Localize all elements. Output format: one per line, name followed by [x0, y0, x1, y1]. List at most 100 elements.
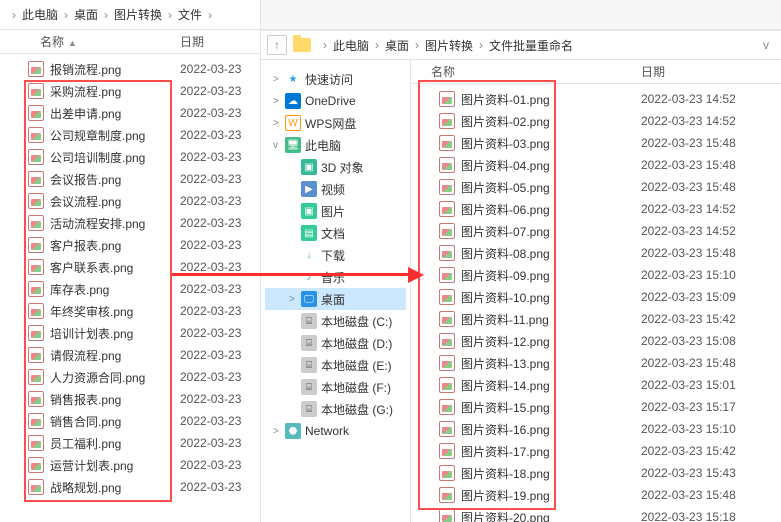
expand-icon[interactable]: > — [273, 426, 285, 437]
expand-icon[interactable]: v — [273, 140, 285, 151]
file-row[interactable]: 运营计划表.png2022-03-23 — [0, 454, 260, 476]
tree-item[interactable]: >WWPS网盘 — [265, 112, 406, 134]
file-row[interactable]: 图片资料-10.png2022-03-23 15:09 — [411, 286, 781, 308]
file-row[interactable]: 图片资料-12.png2022-03-23 15:08 — [411, 330, 781, 352]
file-row[interactable]: 图片资料-06.png2022-03-23 14:52 — [411, 198, 781, 220]
file-row[interactable]: 图片资料-20.png2022-03-23 15:18 — [411, 506, 781, 522]
tree-item-label: 此电脑 — [305, 137, 341, 154]
file-row[interactable]: 图片资料-19.png2022-03-23 15:48 — [411, 484, 781, 506]
file-row[interactable]: 年终奖审核.png2022-03-23 — [0, 300, 260, 322]
sort-asc-icon[interactable]: ▲ — [68, 38, 77, 48]
col-date-header[interactable]: 日期 — [180, 33, 260, 50]
tree-item[interactable]: ♪音乐 — [265, 266, 406, 288]
file-date: 2022-03-23 — [180, 216, 260, 230]
crumb[interactable]: 桌面 — [385, 37, 409, 54]
crumb[interactable]: 文件批量重命名 — [489, 37, 573, 54]
tree-item[interactable]: >★快速访问 — [265, 68, 406, 90]
file-date: 2022-03-23 — [180, 392, 260, 406]
tree-item[interactable]: ▣图片 — [265, 200, 406, 222]
expand-icon[interactable]: > — [273, 96, 285, 107]
tree-item[interactable]: ▶视频 — [265, 178, 406, 200]
crumb[interactable]: 图片转换 — [425, 37, 473, 54]
file-row[interactable]: 会议流程.png2022-03-23 — [0, 190, 260, 212]
crumb[interactable]: 桌面 — [74, 6, 98, 23]
file-row[interactable]: 图片资料-01.png2022-03-23 14:52 — [411, 88, 781, 110]
tree-item[interactable]: >☁OneDrive — [265, 90, 406, 112]
file-row[interactable]: 员工福利.png2022-03-23 — [0, 432, 260, 454]
tree-item[interactable]: ▣3D 对象 — [265, 156, 406, 178]
file-date: 2022-03-23 — [180, 348, 260, 362]
image-file-icon — [28, 83, 44, 99]
file-row[interactable]: 销售报表.png2022-03-23 — [0, 388, 260, 410]
file-row[interactable]: 客户报表.png2022-03-23 — [0, 234, 260, 256]
tree-item[interactable]: ▤文档 — [265, 222, 406, 244]
file-row[interactable]: 战略规划.png2022-03-23 — [0, 476, 260, 498]
tree-item-icon: ▣ — [301, 203, 317, 219]
file-row[interactable]: 客户联系表.png2022-03-23 — [0, 256, 260, 278]
right-breadcrumb[interactable]: ↑ › 此电脑› 桌面› 图片转换› 文件批量重命名 v — [261, 30, 781, 60]
expand-icon[interactable]: > — [273, 74, 285, 85]
file-row[interactable]: 图片资料-13.png2022-03-23 15:48 — [411, 352, 781, 374]
file-row[interactable]: 图片资料-18.png2022-03-23 15:43 — [411, 462, 781, 484]
file-row[interactable]: 图片资料-17.png2022-03-23 15:42 — [411, 440, 781, 462]
tree-item[interactable]: ↓下载 — [265, 244, 406, 266]
crumb[interactable]: 文件 — [178, 6, 202, 23]
col-name-header[interactable]: 名称 — [411, 63, 641, 80]
col-name-header[interactable]: 名称▲ — [0, 33, 180, 50]
crumb-expand-icon[interactable]: v — [757, 38, 775, 52]
expand-icon[interactable]: > — [273, 118, 285, 129]
tree-item[interactable]: >🖵桌面 — [265, 288, 406, 310]
left-breadcrumb[interactable]: › 此电脑› 桌面› 图片转换› 文件› — [0, 0, 260, 30]
file-row[interactable]: 图片资料-03.png2022-03-23 15:48 — [411, 132, 781, 154]
file-row[interactable]: 图片资料-02.png2022-03-23 14:52 — [411, 110, 781, 132]
image-file-icon — [28, 127, 44, 143]
tree-item-label: 本地磁盘 (G:) — [321, 401, 393, 418]
image-file-icon — [439, 223, 455, 239]
image-file-icon — [439, 399, 455, 415]
file-row[interactable]: 会议报告.png2022-03-23 — [0, 168, 260, 190]
file-date: 2022-03-23 15:42 — [641, 444, 781, 458]
crumb[interactable]: 图片转换 — [114, 6, 162, 23]
image-file-icon — [439, 377, 455, 393]
file-row[interactable]: 公司规章制度.png2022-03-23 — [0, 124, 260, 146]
tree-item[interactable]: ⌸本地磁盘 (C:) — [265, 310, 406, 332]
file-row[interactable]: 图片资料-09.png2022-03-23 15:10 — [411, 264, 781, 286]
image-file-icon — [28, 149, 44, 165]
file-name: 图片资料-18.png — [461, 465, 641, 482]
tree-item[interactable]: ⌸本地磁盘 (D:) — [265, 332, 406, 354]
image-file-icon — [439, 91, 455, 107]
file-row[interactable]: 培训计划表.png2022-03-23 — [0, 322, 260, 344]
file-row[interactable]: 人力资源合同.png2022-03-23 — [0, 366, 260, 388]
image-file-icon — [439, 311, 455, 327]
tree-item[interactable]: ⌸本地磁盘 (F:) — [265, 376, 406, 398]
tree-item[interactable]: ⌸本地磁盘 (G:) — [265, 398, 406, 420]
crumb[interactable]: 此电脑 — [333, 37, 369, 54]
tree-item[interactable]: >⬣Network — [265, 420, 406, 442]
expand-icon[interactable]: > — [289, 294, 301, 305]
file-row[interactable]: 图片资料-14.png2022-03-23 15:01 — [411, 374, 781, 396]
file-row[interactable]: 活动流程安排.png2022-03-23 — [0, 212, 260, 234]
file-name: 图片资料-09.png — [461, 267, 641, 284]
file-row[interactable]: 公司培训制度.png2022-03-23 — [0, 146, 260, 168]
image-file-icon — [439, 179, 455, 195]
file-row[interactable]: 图片资料-05.png2022-03-23 15:48 — [411, 176, 781, 198]
file-row[interactable]: 图片资料-15.png2022-03-23 15:17 — [411, 396, 781, 418]
file-date: 2022-03-23 — [180, 150, 260, 164]
up-button-icon[interactable]: ↑ — [267, 35, 287, 55]
file-row[interactable]: 库存表.png2022-03-23 — [0, 278, 260, 300]
file-row[interactable]: 销售合同.png2022-03-23 — [0, 410, 260, 432]
file-row[interactable]: 报销流程.png2022-03-23 — [0, 58, 260, 80]
file-row[interactable]: 图片资料-11.png2022-03-23 15:42 — [411, 308, 781, 330]
file-row[interactable]: 图片资料-08.png2022-03-23 15:48 — [411, 242, 781, 264]
file-row[interactable]: 图片资料-07.png2022-03-23 14:52 — [411, 220, 781, 242]
tree-item[interactable]: ⌸本地磁盘 (E:) — [265, 354, 406, 376]
file-row[interactable]: 图片资料-16.png2022-03-23 15:10 — [411, 418, 781, 440]
file-row[interactable]: 出差申请.png2022-03-23 — [0, 102, 260, 124]
file-row[interactable]: 图片资料-04.png2022-03-23 15:48 — [411, 154, 781, 176]
file-row[interactable]: 采购流程.png2022-03-23 — [0, 80, 260, 102]
nav-tree: >★快速访问>☁OneDrive>WWPS网盘v🖥此电脑▣3D 对象▶视频▣图片… — [261, 60, 411, 522]
col-date-header[interactable]: 日期 — [641, 63, 781, 80]
crumb[interactable]: 此电脑 — [22, 6, 58, 23]
file-row[interactable]: 请假流程.png2022-03-23 — [0, 344, 260, 366]
tree-item[interactable]: v🖥此电脑 — [265, 134, 406, 156]
